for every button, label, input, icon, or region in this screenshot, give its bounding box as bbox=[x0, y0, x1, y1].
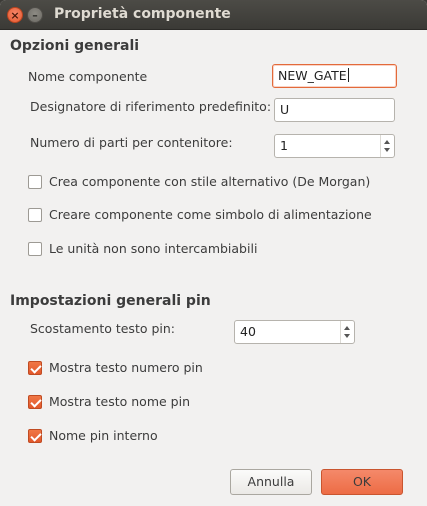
ok-button[interactable]: OK bbox=[321, 469, 403, 495]
parts-per-package-label: Numero di parti per contenitore: bbox=[30, 135, 233, 150]
title-bar: × – Proprietà componente bbox=[0, 0, 427, 30]
close-icon[interactable]: × bbox=[7, 7, 23, 23]
pin-text-offset-label: Scostamento testo pin: bbox=[30, 321, 176, 336]
component-name-value: NEW_GATE bbox=[278, 68, 347, 83]
decrement-icon[interactable] bbox=[344, 334, 350, 338]
de-morgan-label: Crea componente con stile alternativo (D… bbox=[49, 174, 371, 189]
power-symbol-checkbox[interactable] bbox=[28, 208, 42, 222]
units-not-interchangeable-checkbox[interactable] bbox=[28, 242, 42, 256]
pin-name-inside-checkbox[interactable] bbox=[28, 429, 42, 443]
component-name-input[interactable]: NEW_GATE bbox=[272, 64, 397, 88]
pin-text-offset-value: 40 bbox=[240, 324, 256, 339]
cancel-button[interactable]: Annulla bbox=[230, 469, 312, 495]
component-name-label: Nome componente bbox=[28, 69, 148, 84]
dialog-window: × – Proprietà componente Opzioni general… bbox=[0, 0, 427, 506]
text-caret bbox=[347, 68, 349, 82]
spinner-arrows[interactable] bbox=[340, 321, 354, 343]
de-morgan-checkbox[interactable] bbox=[28, 175, 42, 189]
window-title: Proprietà componente bbox=[54, 6, 231, 22]
designator-input[interactable]: U bbox=[274, 98, 395, 122]
decrement-icon[interactable] bbox=[384, 148, 390, 152]
increment-icon[interactable] bbox=[344, 326, 350, 330]
spinner-arrows[interactable] bbox=[380, 135, 394, 157]
power-symbol-label: Creare componente come simbolo di alimen… bbox=[49, 207, 372, 222]
show-pin-name-label: Mostra testo nome pin bbox=[49, 394, 190, 409]
pin-section-title: Impostazioni generali pin bbox=[10, 293, 211, 309]
parts-per-package-spinner[interactable]: 1 bbox=[274, 134, 395, 158]
designator-label: Designatore di riferimento predefinito: bbox=[30, 99, 272, 114]
show-pin-number-label: Mostra testo numero pin bbox=[49, 360, 203, 375]
parts-per-package-value: 1 bbox=[280, 138, 288, 153]
pin-name-inside-label: Nome pin interno bbox=[49, 428, 158, 443]
show-pin-number-checkbox[interactable] bbox=[28, 361, 42, 375]
show-pin-name-checkbox[interactable] bbox=[28, 395, 42, 409]
general-section-title: Opzioni generali bbox=[10, 38, 140, 54]
units-not-interchangeable-label: Le unità non sono intercambiabili bbox=[49, 241, 258, 256]
minimize-icon[interactable]: – bbox=[27, 7, 43, 23]
increment-icon[interactable] bbox=[384, 140, 390, 144]
pin-text-offset-spinner[interactable]: 40 bbox=[234, 320, 355, 344]
